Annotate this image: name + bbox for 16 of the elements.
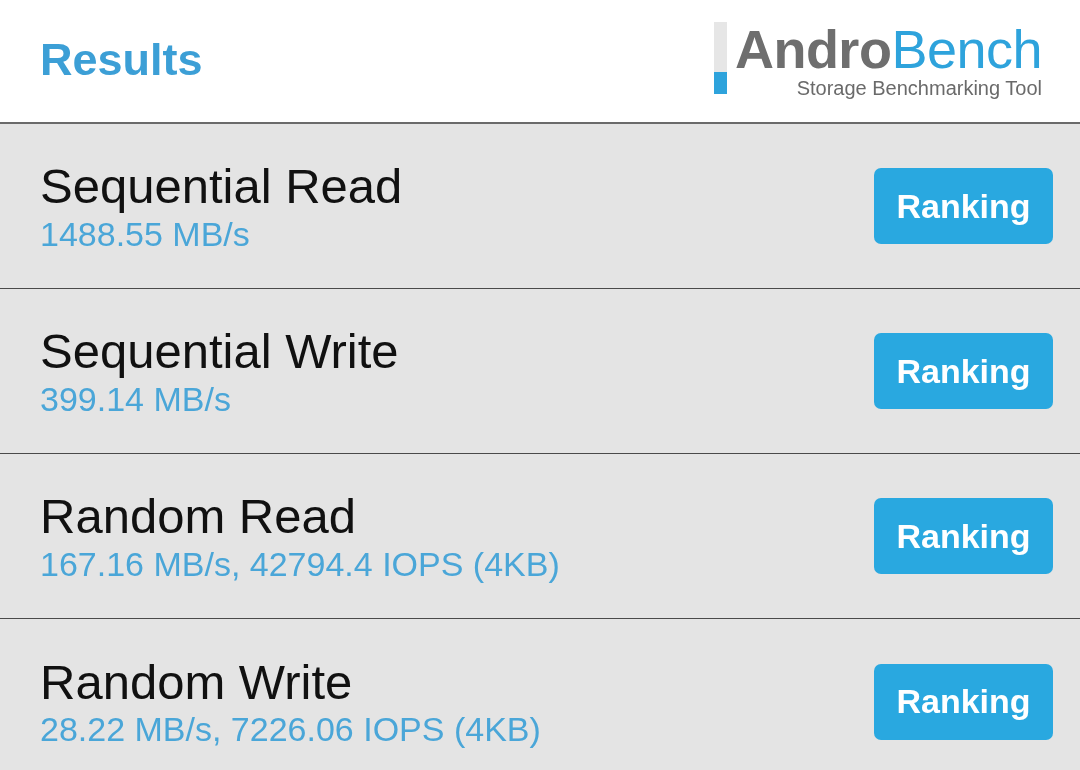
page-title: Results (40, 36, 203, 82)
logo-tagline: Storage Benchmarking Tool (796, 78, 1042, 98)
test-name: Sequential Read (40, 160, 403, 213)
test-result: 167.16 MB/s, 42794.4 IOPS (4KB) (40, 544, 560, 584)
ranking-button[interactable]: Ranking (874, 333, 1053, 409)
ranking-button[interactable]: Ranking (874, 663, 1053, 740)
logo-bar-icon (713, 22, 727, 94)
ranking-button[interactable]: Ranking (874, 168, 1053, 244)
ranking-button[interactable]: Ranking (874, 498, 1053, 574)
test-name: Random Write (40, 655, 353, 709)
test-name: Random Read (40, 490, 356, 543)
test-result: 1488.55 MB/s (40, 214, 250, 254)
test-name: Sequential Write (40, 325, 399, 378)
logo-wordmark: AndroBench (734, 22, 1042, 76)
test-result: 399.14 MB/s (40, 379, 231, 419)
test-result: 28.22 MB/s, 7226.06 IOPS (4KB) (40, 710, 541, 750)
